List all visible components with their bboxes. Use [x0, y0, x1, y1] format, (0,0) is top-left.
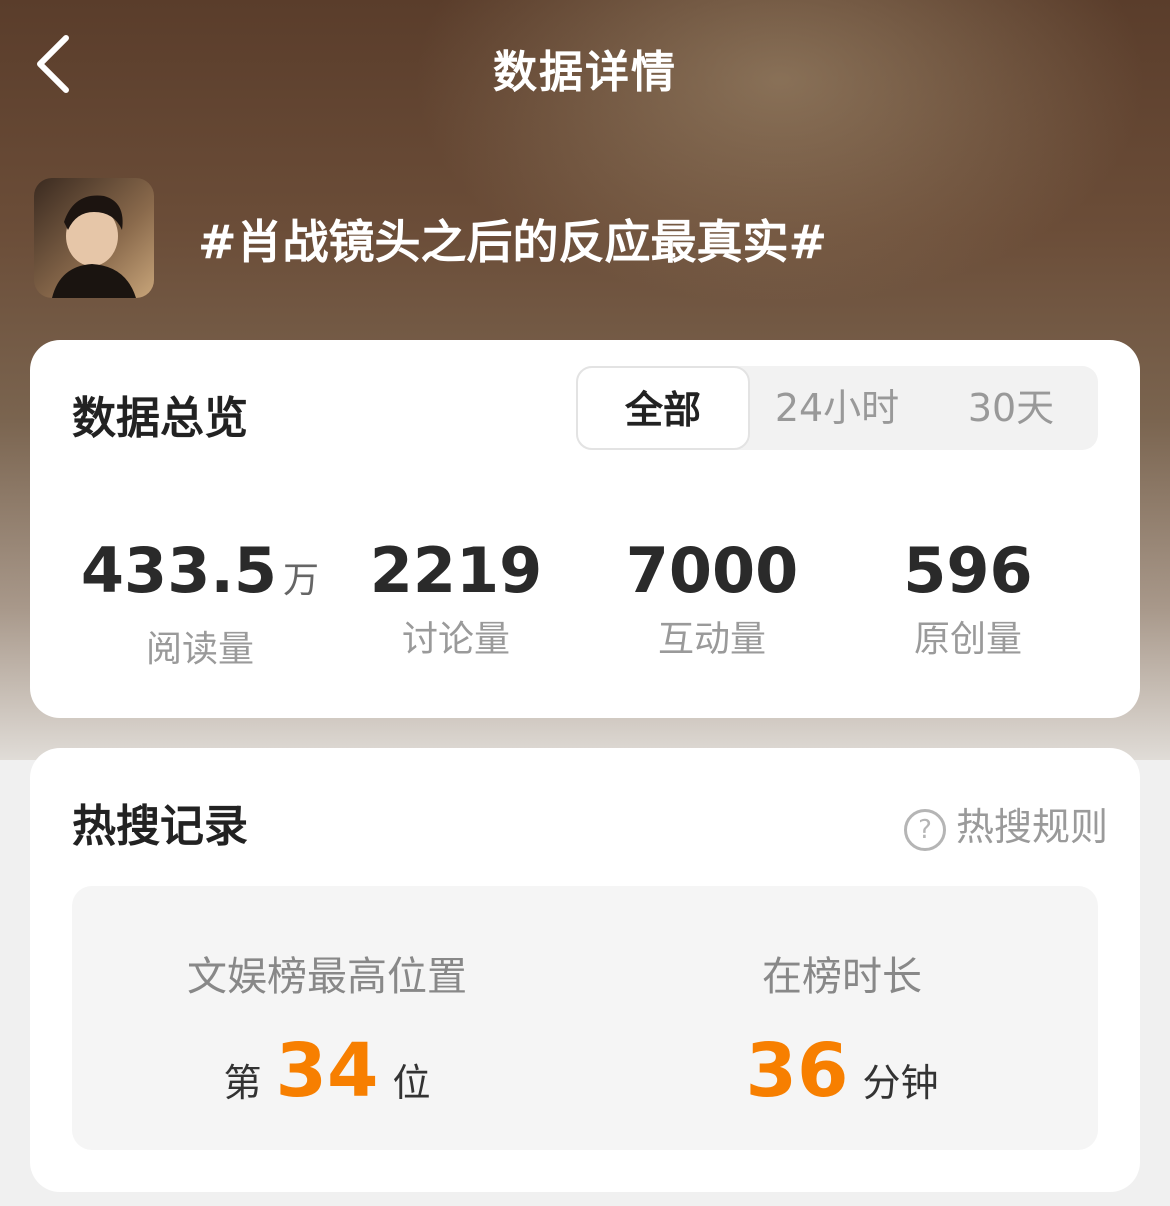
best-position-value: 34 — [275, 1028, 379, 1114]
tab-all[interactable]: 全部 — [576, 366, 750, 450]
stat-reads-value-row: 433.5 万 — [75, 536, 325, 616]
stat-originals-label: 原创量 — [913, 619, 1022, 660]
hot-search-stats-box: 文娱榜最高位置 第 34 位 在榜时长 36 分钟 — [72, 886, 1098, 1150]
stat-reads-unit: 万 — [283, 560, 320, 601]
tab-30d[interactable]: 30天 — [924, 366, 1098, 450]
stat-interactions-value: 7000 — [625, 534, 799, 607]
stat-originals-value: 596 — [903, 534, 1033, 607]
best-position-label: 文娱榜最高位置 — [187, 954, 467, 1000]
duration-label: 在榜时长 — [762, 954, 922, 1000]
stat-interactions-label: 互动量 — [657, 619, 766, 660]
page-title: 数据详情 — [493, 47, 677, 98]
best-position-prefix: 第 — [223, 1061, 262, 1105]
duration-value-row: 36 分钟 — [712, 1028, 972, 1114]
duration-unit: 分钟 — [862, 1061, 939, 1105]
topic-avatar — [34, 178, 154, 298]
stat-reads: 433.5 万 阅读量 — [75, 536, 325, 672]
stat-interactions: 7000 互动量 — [587, 536, 837, 662]
hot-search-card: 热搜记录 ? 热搜规则 文娱榜最高位置 第 34 位 在榜时长 36 分钟 — [30, 748, 1140, 1192]
chart-duration: 在榜时长 36 分钟 — [712, 944, 972, 1114]
question-circle-icon: ? — [903, 808, 946, 851]
stat-discussions-value: 2219 — [369, 534, 543, 607]
time-range-tabs: 全部 24小时 30天 — [576, 366, 1098, 450]
stat-reads-value: 433.5 — [80, 534, 278, 607]
data-overview-card: 数据总览 全部 24小时 30天 433.5 万 阅读量 2219 讨论量 700… — [30, 340, 1140, 718]
tab-24h[interactable]: 24小时 — [750, 366, 924, 450]
stat-reads-label: 阅读量 — [145, 629, 254, 670]
stat-discussions-label: 讨论量 — [401, 619, 510, 660]
stat-originals: 596 原创量 — [843, 536, 1093, 662]
duration-value: 36 — [745, 1028, 849, 1114]
best-position: 文娱榜最高位置 第 34 位 — [162, 944, 492, 1114]
stat-discussions: 2219 讨论量 — [331, 536, 581, 662]
overview-title: 数据总览 — [72, 393, 248, 444]
hot-search-title: 热搜记录 — [72, 801, 248, 852]
best-position-value-row: 第 34 位 — [162, 1028, 492, 1114]
hot-search-rules-link[interactable]: ? 热搜规则 — [903, 796, 1108, 851]
topic-title: #肖战镜头之后的反应最真实# — [198, 215, 828, 269]
best-position-suffix: 位 — [392, 1061, 431, 1105]
rules-label: 热搜规则 — [955, 805, 1108, 849]
